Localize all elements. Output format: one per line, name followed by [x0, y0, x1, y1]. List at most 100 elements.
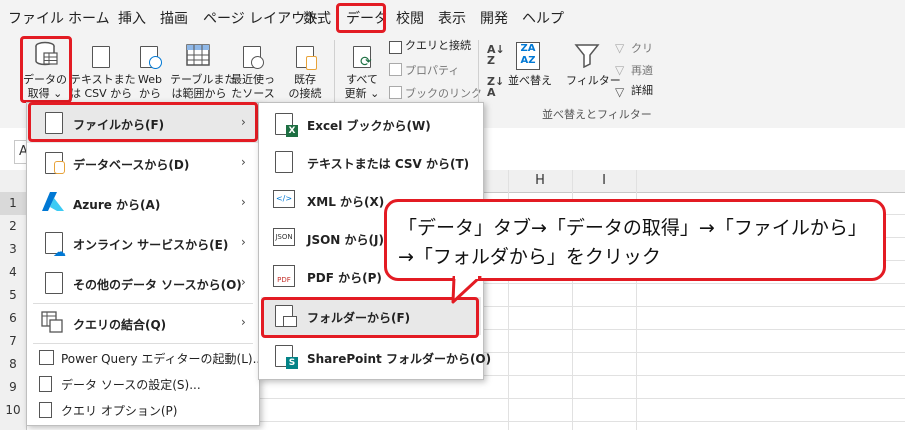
queries-connections-button[interactable]: クエリと接続: [405, 39, 471, 53]
advanced-button[interactable]: 詳細: [631, 84, 653, 98]
combine-icon: [41, 311, 63, 337]
tab-draw[interactable]: 描画: [160, 8, 188, 28]
menu-item-launch-power-query[interactable]: Power Query エディターの起動(L)...: [27, 345, 264, 371]
web-label-2: から: [139, 87, 161, 100]
chevron-right-icon: ›: [241, 275, 246, 289]
sort-za-icon[interactable]: Z↓ A: [487, 76, 504, 98]
reapply-icon: ▽: [615, 63, 625, 77]
menu-bar: ファイル ホーム 挿入 描画 ページ レイアウト 数式 データ 校閲 表示 開発…: [0, 0, 905, 36]
row-header-7[interactable]: 7: [0, 330, 26, 353]
menu-item-combine-queries[interactable]: クエリの結合(Q) ›: [27, 304, 259, 342]
tab-developer[interactable]: 開発: [480, 8, 508, 28]
refresh-label-2: 更新 ⌄: [344, 87, 380, 100]
recent-label-2: たソース: [231, 87, 275, 100]
menu-item-from-text-csv[interactable]: テキストまたは CSV から(T): [259, 143, 483, 181]
text-file-icon: [92, 46, 110, 68]
from-file-highlight: [28, 102, 258, 142]
from-azure-label: Azure から(A): [73, 198, 161, 212]
cylinder-icon: [306, 56, 317, 70]
sharepoint-icon: S: [286, 357, 298, 369]
from-text-csv-button[interactable]: テキストまた は CSV から: [70, 73, 136, 101]
tab-view[interactable]: 表示: [438, 8, 466, 28]
advanced-filter-icon: ▽: [615, 85, 625, 99]
row-header-4[interactable]: 4: [0, 261, 26, 284]
azure-icon: [41, 191, 65, 217]
text-csv-label-2: は CSV から: [70, 87, 133, 100]
refresh-arrow-icon: ⟳: [360, 54, 372, 70]
properties-button[interactable]: プロパティ: [405, 62, 459, 78]
tab-help[interactable]: ヘルプ: [522, 8, 564, 28]
from-excel-label: Excel ブックから(W): [307, 119, 431, 133]
existing-connections-button[interactable]: 既存 の接続: [282, 73, 328, 101]
callout-line-1: 「データ」タブ→「データの取得」→「ファイルから」: [398, 217, 867, 239]
menu-item-from-azure[interactable]: Azure から(A) ›: [27, 183, 259, 223]
row-header-1[interactable]: 1: [0, 192, 26, 215]
reapply-button[interactable]: 再適: [631, 62, 653, 78]
recent-sources-button[interactable]: 最近使っ たソース: [228, 73, 278, 101]
chevron-right-icon: ›: [241, 195, 246, 209]
other-sources-icon: [45, 272, 63, 294]
column-header-i[interactable]: I: [572, 170, 636, 192]
clear-button[interactable]: クリ: [631, 40, 653, 56]
tab-file[interactable]: ファイル: [8, 8, 64, 28]
refresh-label-1: すべて: [346, 73, 378, 86]
from-xml-label: XML から(X): [307, 195, 385, 209]
menu-item-data-source-settings[interactable]: データ ソースの設定(S)...: [27, 371, 259, 397]
xml-icon: </>: [273, 190, 295, 208]
row-header-2[interactable]: 2: [0, 215, 26, 238]
table-range-label-2: は範囲から: [171, 87, 227, 100]
queries-icon: [389, 41, 402, 54]
row-header-3[interactable]: 3: [0, 238, 26, 261]
menu-item-online-services[interactable]: ☁ オンライン サービスから(E) ›: [27, 223, 259, 263]
recent-label-1: 最近使っ: [231, 73, 275, 86]
column-header-h[interactable]: H: [508, 170, 572, 192]
menu-item-query-options[interactable]: クエリ オプション(P): [27, 397, 259, 423]
edit-links-button[interactable]: ブックのリンク: [405, 85, 482, 101]
web-label-1: Web: [138, 73, 162, 86]
edit-links-icon: [389, 86, 402, 99]
callout-line-2: →「フォルダから」をクリック: [398, 246, 661, 268]
filter-button[interactable]: フィルター: [566, 74, 621, 88]
row-header-5[interactable]: 5: [0, 284, 26, 307]
pdf-icon: PDF: [273, 265, 295, 287]
properties-icon: [389, 63, 402, 76]
tab-insert[interactable]: 挿入: [118, 8, 146, 28]
filter-icon: [574, 42, 600, 72]
globe-icon: [149, 56, 162, 69]
from-web-button[interactable]: Web から: [130, 73, 170, 101]
combine-queries-label: クエリの結合(Q): [73, 318, 167, 332]
sort-icon: ZA AZ: [516, 42, 540, 70]
sort-az-icon[interactable]: A↓ Z: [487, 44, 505, 66]
chevron-right-icon: ›: [241, 235, 246, 249]
menu-item-from-sharepoint[interactable]: S SharePoint フォルダーから(O): [259, 339, 491, 377]
query-options-icon: [39, 402, 52, 418]
row-header-9[interactable]: 9: [0, 376, 26, 399]
data-tab-highlight: [336, 3, 386, 33]
existing-label-1: 既存: [294, 73, 316, 86]
group-label-sort-filter: 並べ替えとフィルター: [542, 108, 652, 121]
row-header-10[interactable]: 10: [0, 399, 26, 422]
from-json-label: JSON から(J): [307, 233, 384, 247]
from-table-range-button[interactable]: テーブルまた は範囲から: [170, 73, 235, 101]
chevron-right-icon: ›: [241, 155, 246, 169]
row-header-8[interactable]: 8: [0, 353, 26, 376]
sort-button[interactable]: 並べ替え: [508, 74, 552, 88]
tab-page-layout[interactable]: ページ レイアウト: [203, 8, 319, 28]
other-sources-label: その他のデータ ソースから(O): [73, 278, 242, 292]
tab-formulas[interactable]: 数式: [303, 8, 331, 28]
table-icon: [186, 44, 210, 66]
tab-home[interactable]: ホーム: [68, 8, 110, 28]
from-database-label: データベースから(D): [73, 158, 190, 172]
row-header-6[interactable]: 6: [0, 307, 26, 330]
get-data-menu: ファイルから(F) › データベースから(D) › Azure から(A) › …: [26, 102, 264, 426]
from-folder-highlight: [261, 297, 479, 338]
launch-power-query-label: Power Query エディターの起動(L)...: [61, 352, 265, 366]
menu-item-other-sources[interactable]: その他のデータ ソースから(O) ›: [27, 263, 259, 303]
refresh-all-button[interactable]: すべて 更新 ⌄: [340, 73, 384, 101]
menu-item-from-database[interactable]: データベースから(D) ›: [27, 143, 259, 183]
get-data-highlight: [20, 36, 72, 103]
online-services-label: オンライン サービスから(E): [73, 238, 229, 252]
data-source-settings-label: データ ソースの設定(S)...: [61, 378, 201, 392]
menu-item-from-excel[interactable]: X Excel ブックから(W): [259, 105, 483, 143]
tab-review[interactable]: 校閲: [396, 8, 424, 28]
